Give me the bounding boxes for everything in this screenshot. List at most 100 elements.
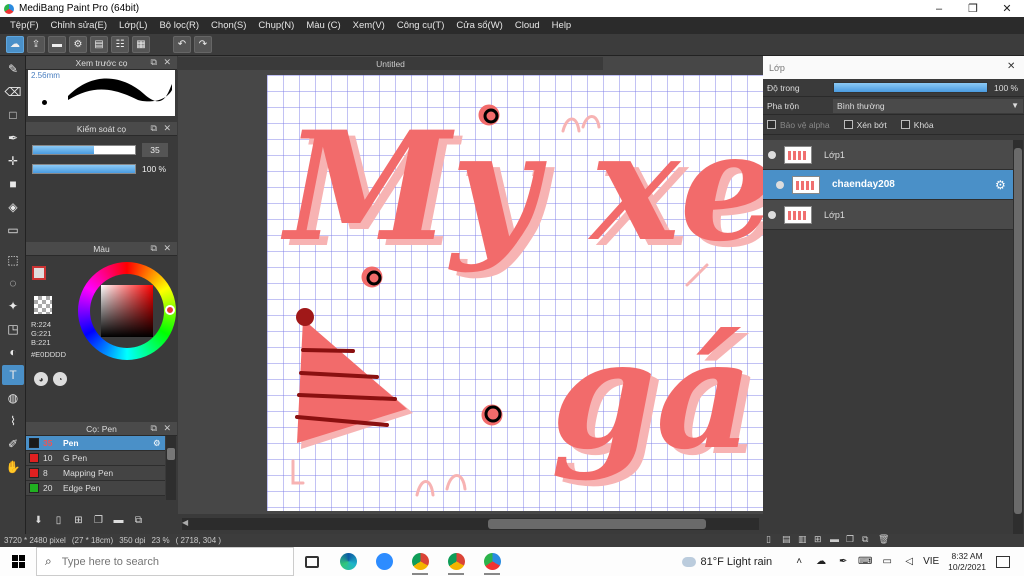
cloud-icon[interactable]: ☁ (6, 36, 24, 53)
hand-tool-icon[interactable]: ✋ (2, 457, 24, 477)
layer-opacity-slider[interactable] (833, 82, 988, 93)
volume-icon[interactable]: ◁ (900, 556, 918, 567)
drawing-canvas[interactable]: My xein My xein gá gá (267, 75, 763, 511)
pen-tool-icon[interactable]: ✒ (2, 128, 24, 148)
scroll-thumb[interactable] (488, 519, 706, 529)
foreground-color-swatch[interactable] (32, 266, 46, 280)
visibility-icon[interactable] (776, 180, 784, 189)
brush-size-value[interactable]: 35 (142, 143, 168, 157)
language-indicator[interactable]: VIE (922, 556, 940, 567)
minimize-button[interactable]: – (922, 0, 956, 17)
menu-file[interactable]: Tệp(F) (4, 20, 45, 31)
brush-size-slider[interactable] (32, 145, 136, 155)
color-picker-icon[interactable]: ◔ (53, 372, 67, 386)
undo-icon[interactable]: ↶ (173, 36, 191, 53)
menu-tools[interactable]: Công cụ(T) (391, 20, 451, 31)
keyboard-icon[interactable]: ⌨ (856, 556, 874, 567)
brush-item-g-pen[interactable]: 10 G Pen (26, 451, 165, 466)
brush-list-scrollbar[interactable] (166, 436, 176, 500)
clock[interactable]: 8:32 AM 10/2/2021 (948, 551, 986, 573)
menu-cloud[interactable]: Cloud (509, 20, 546, 31)
lock-checkbox[interactable]: Khóa (900, 120, 934, 130)
merge-layer-icon[interactable]: ⧉ (862, 534, 874, 546)
chevron-up-icon[interactable]: ˄ (790, 556, 808, 567)
weather-widget[interactable]: 81°F Light rain (681, 556, 772, 568)
menu-window[interactable]: Cửa sổ(W) (450, 20, 508, 31)
duplicate-icon[interactable]: ⧉ (130, 513, 147, 528)
transparent-color-swatch[interactable] (34, 296, 52, 314)
menu-filter[interactable]: Bộ lọc(R) (153, 20, 205, 31)
menu-view[interactable]: Xem(V) (347, 20, 391, 31)
add-layer-dropdown-icon[interactable]: ⊞ (814, 534, 826, 546)
visibility-icon[interactable] (768, 210, 776, 219)
operation-tool-icon[interactable]: ◍ (2, 388, 24, 408)
horizontal-scrollbar[interactable]: ◀ (178, 514, 763, 534)
medibang-taskbar-icon[interactable] (474, 547, 510, 576)
list-icon[interactable]: ☷ (111, 36, 129, 53)
dot-tool-icon[interactable]: □ (2, 105, 24, 125)
folder-icon[interactable]: ▬ (830, 534, 842, 546)
menu-snap[interactable]: Chụp(N) (252, 20, 300, 31)
saturation-value-square[interactable] (101, 285, 153, 337)
new-halftone-layer-icon[interactable]: ▤ (782, 534, 794, 546)
menu-edit[interactable]: Chỉnh sửa(E) (45, 20, 114, 31)
menu-help[interactable]: Help (546, 20, 578, 31)
eraser-tool-icon[interactable]: ⌫ (2, 82, 24, 102)
bucket-tool-icon[interactable]: ◈ (2, 197, 24, 217)
panel-close-icon[interactable]: ⧉ ✕ (151, 123, 173, 134)
divide-tool-icon[interactable]: ⌇ (2, 411, 24, 431)
protect-alpha-checkbox[interactable]: Bảo vệ alpha (767, 120, 830, 130)
menu-color[interactable]: Màu (C) (300, 20, 346, 31)
layer-item[interactable]: Lớp1 (763, 200, 1013, 230)
layer-scrollbar[interactable] (1013, 140, 1023, 534)
delete-layer-icon[interactable]: 🗑 (878, 534, 890, 546)
maximize-button[interactable]: ❐ (956, 0, 990, 17)
gradient-tool-icon[interactable]: ▭ (2, 220, 24, 240)
layer-item[interactable]: Lớp1 (763, 140, 1013, 170)
pen-icon[interactable]: ✒ (834, 556, 852, 567)
select-pen-tool-icon[interactable]: ◳ (2, 319, 24, 339)
settings-icon[interactable]: ⚙ (69, 36, 87, 53)
brush-opacity-slider[interactable] (32, 164, 136, 174)
chrome-profile-icon[interactable] (438, 547, 474, 576)
cloud-download-icon[interactable]: ⬇ (30, 513, 47, 528)
brush-tool-icon[interactable]: ✎ (2, 59, 24, 79)
layer-item-selected[interactable]: chaenday208 ⚙ (763, 170, 1013, 200)
close-button[interactable]: ✕ (990, 0, 1024, 17)
gear-icon[interactable]: ⚙ (153, 438, 165, 449)
new-8bit-layer-icon[interactable]: ▥ (798, 534, 810, 546)
panel-close-icon[interactable]: ⧉ ✕ (151, 243, 173, 254)
cloud-icon[interactable]: ☁ (812, 556, 830, 567)
brush-item-mapping-pen[interactable]: 8 Mapping Pen (26, 466, 165, 481)
redo-icon[interactable]: ↷ (194, 36, 212, 53)
hue-knob[interactable] (165, 305, 175, 315)
gear-icon[interactable]: ⚙ (995, 178, 1009, 192)
palette-icon[interactable]: ◕ (34, 372, 48, 386)
menu-layer[interactable]: Lớp(L) (113, 20, 153, 31)
blend-mode-select[interactable]: Bình thường ▼ (833, 98, 1023, 113)
brush-item-pen[interactable]: 35 Pen ⚙ (26, 436, 165, 451)
taskbar-search[interactable]: ⌕ (36, 547, 294, 576)
clipping-checkbox[interactable]: Xén bớt (843, 120, 887, 130)
brush-item-edge-pen[interactable]: 20 Edge Pen (26, 481, 165, 496)
document-icon[interactable]: ▤ (90, 36, 108, 53)
chrome-icon[interactable] (402, 547, 438, 576)
close-icon[interactable]: ✕ (1007, 61, 1019, 73)
grid-icon[interactable]: ▦ (132, 36, 150, 53)
select-eraser-tool-icon[interactable]: ◐ (2, 342, 24, 362)
notification-icon[interactable] (996, 555, 1010, 568)
battery-icon[interactable]: ▭ (878, 556, 896, 567)
lasso-tool-icon[interactable]: ◌ (2, 273, 24, 293)
folder-icon[interactable]: ▬ (110, 513, 127, 528)
panel-close-icon[interactable]: ⧉ ✕ (151, 423, 173, 434)
new-brush-icon[interactable]: ▯ (50, 513, 67, 528)
color-wheel[interactable] (78, 262, 176, 360)
search-input[interactable] (61, 555, 262, 568)
magic-wand-tool-icon[interactable]: ✦ (2, 296, 24, 316)
document-tab[interactable]: Untitled (178, 57, 603, 70)
start-button[interactable] (0, 547, 36, 576)
zoom-icon[interactable] (366, 547, 402, 576)
move-tool-icon[interactable]: ✛ (2, 151, 24, 171)
menu-select[interactable]: Chọn(S) (205, 20, 252, 31)
duplicate-layer-icon[interactable]: ❐ (846, 534, 858, 546)
